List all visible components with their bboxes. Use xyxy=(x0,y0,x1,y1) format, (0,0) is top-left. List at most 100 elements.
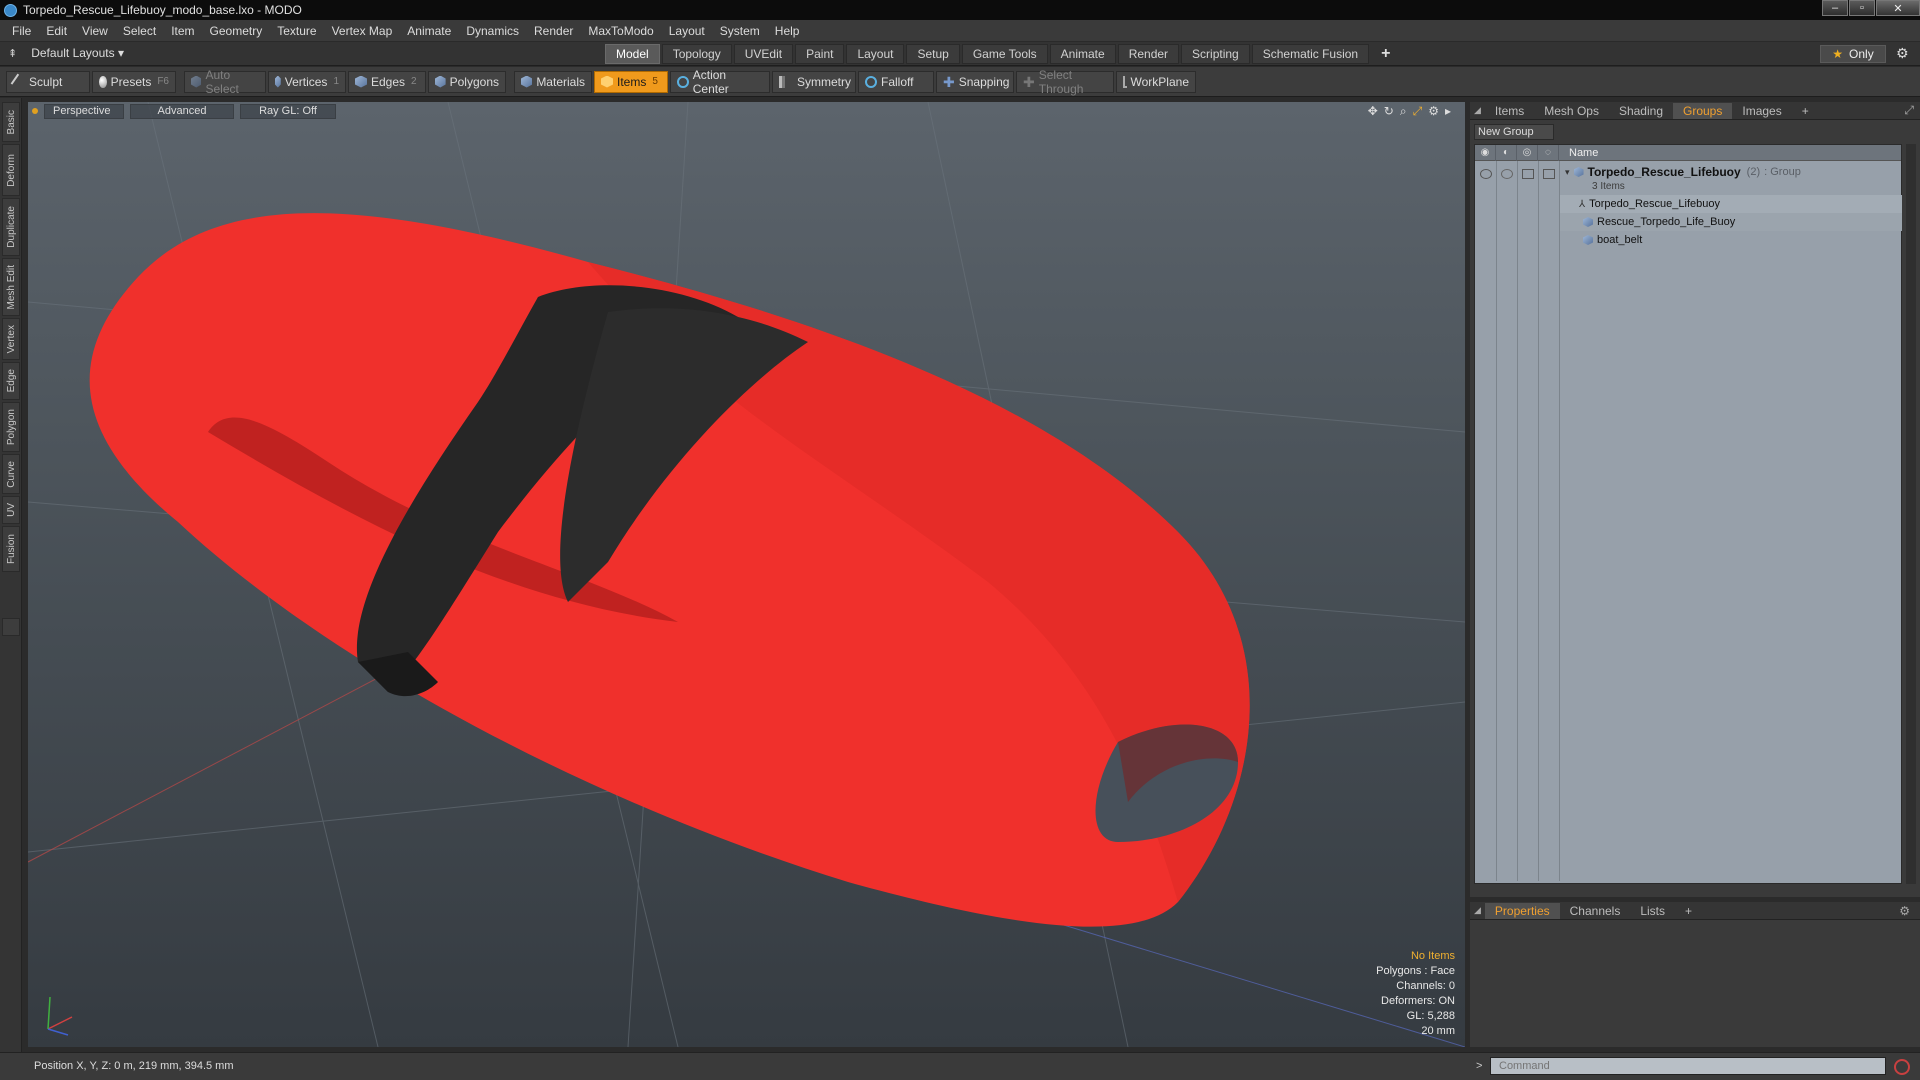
command-input[interactable] xyxy=(1490,1057,1886,1075)
vtab-edge[interactable]: Edge xyxy=(2,362,20,400)
command-stop-icon[interactable] xyxy=(1894,1059,1910,1075)
raygl-toggle[interactable]: Ray GL: Off xyxy=(240,103,336,119)
select-through-button[interactable]: ✚ Select Through xyxy=(1016,68,1114,96)
tab-layout[interactable]: Layout xyxy=(846,44,905,64)
minimize-button[interactable]: – xyxy=(1822,0,1848,16)
tree-item-belt[interactable]: boat_belt xyxy=(1579,231,1642,249)
viewport-expand-icon[interactable]: ▸ xyxy=(1445,104,1451,119)
menu-geometry[interactable]: Geometry xyxy=(210,24,263,38)
only-button[interactable]: ★ Only xyxy=(1820,45,1886,63)
tab-channels[interactable]: Channels xyxy=(1560,903,1631,919)
menu-vertex-map[interactable]: Vertex Map xyxy=(332,24,393,38)
menu-system[interactable]: System xyxy=(720,24,760,38)
tree-item-mesh[interactable]: Rescue_Torpedo_Life_Buoy xyxy=(1579,213,1735,231)
fit-icon[interactable]: ⤢ xyxy=(1413,104,1423,119)
zoom-icon[interactable]: ⌕ xyxy=(1400,104,1407,119)
tab-groups[interactable]: Groups xyxy=(1673,102,1733,119)
panel-menu-icon[interactable]: ◢ xyxy=(1474,105,1481,116)
tab-images[interactable]: Images xyxy=(1732,103,1791,119)
menu-help[interactable]: Help xyxy=(775,24,800,38)
viewport-menu-dot[interactable] xyxy=(32,108,38,114)
shading-mode-button[interactable]: Advanced xyxy=(130,103,234,119)
maximize-button[interactable]: ▫ xyxy=(1849,0,1875,16)
menu-edit[interactable]: Edit xyxy=(46,24,67,38)
tab-schematic-fusion[interactable]: Schematic Fusion xyxy=(1251,44,1370,64)
vtab-deform[interactable]: Deform xyxy=(2,144,20,196)
menu-animate[interactable]: Animate xyxy=(407,24,451,38)
tab-game-tools[interactable]: Game Tools xyxy=(961,44,1048,64)
tab-shading[interactable]: Shading xyxy=(1609,103,1673,119)
tab-paint[interactable]: Paint xyxy=(795,44,845,64)
vtab-uv[interactable]: UV xyxy=(2,496,20,524)
tab-properties[interactable]: Properties xyxy=(1484,902,1560,919)
layout-arrow-icon[interactable]: ⇞ xyxy=(8,47,17,60)
menu-dynamics[interactable]: Dynamics xyxy=(466,24,519,38)
new-group-button[interactable]: New Group xyxy=(1474,124,1554,140)
auto-select-button[interactable]: Auto Select xyxy=(184,68,266,96)
tab-uvedit[interactable]: UVEdit xyxy=(733,44,794,64)
viewport-gear-icon[interactable]: ⚙ xyxy=(1428,104,1439,119)
add-panel-tab-button[interactable]: + xyxy=(1792,103,1819,119)
visibility-col-icon[interactable]: ◉ xyxy=(1475,144,1496,161)
vtab-vertex[interactable]: Vertex xyxy=(2,318,20,360)
select-col-icon[interactable]: ◌ xyxy=(1538,144,1559,161)
tab-mesh-ops[interactable]: Mesh Ops xyxy=(1534,103,1609,119)
collapse-arrow-icon[interactable]: ▾ xyxy=(1565,167,1570,178)
group-row[interactable]: ▾ Torpedo_Rescue_Lifebuoy (2) : Group xyxy=(1565,163,1801,181)
tab-setup[interactable]: Setup xyxy=(906,44,960,64)
menu-render[interactable]: Render xyxy=(534,24,573,38)
panel-expand-icon[interactable]: ⤢ xyxy=(1904,103,1914,118)
snapping-button[interactable]: ✚ Snapping xyxy=(936,70,1014,93)
lock-col-icon[interactable]: ◎ xyxy=(1517,144,1538,161)
vtab-fusion[interactable]: Fusion xyxy=(2,526,20,572)
symmetry-button[interactable]: Symmetry xyxy=(772,70,856,93)
falloff-button[interactable]: Falloff xyxy=(858,70,934,93)
add-tab-button[interactable]: + xyxy=(1371,44,1400,64)
rotate-icon[interactable]: ↻ xyxy=(1384,104,1394,119)
menu-texture[interactable]: Texture xyxy=(277,24,316,38)
add-properties-tab-button[interactable]: + xyxy=(1675,903,1702,919)
group-select-checkbox[interactable] xyxy=(1543,169,1555,179)
panel-gear-icon[interactable]: ⚙ xyxy=(1899,904,1910,918)
tree-item-locator[interactable]: ⅄ Torpedo_Rescue_Lifebuoy xyxy=(1579,195,1720,213)
vertices-button[interactable]: Vertices 1 xyxy=(268,70,346,93)
menu-maxtomodo[interactable]: MaxToModo xyxy=(588,24,653,38)
edges-button[interactable]: Edges 2 xyxy=(348,70,426,93)
vtab-expand[interactable] xyxy=(2,618,20,636)
group-lock-checkbox[interactable] xyxy=(1522,169,1534,179)
layouts-dropdown[interactable]: Default Layouts ▾ xyxy=(31,46,124,60)
tab-render[interactable]: Render xyxy=(1117,44,1180,64)
workplane-button[interactable]: WorkPlane xyxy=(1116,70,1196,93)
tab-model[interactable]: Model xyxy=(605,44,660,64)
vtab-duplicate[interactable]: Duplicate xyxy=(2,198,20,256)
tab-lists[interactable]: Lists xyxy=(1630,903,1675,919)
close-button[interactable]: ✕ xyxy=(1876,0,1920,16)
menu-select[interactable]: Select xyxy=(123,24,156,38)
pan-icon[interactable]: ✥ xyxy=(1368,104,1378,119)
materials-button[interactable]: Materials xyxy=(514,70,592,93)
gear-icon[interactable]: ⚙ xyxy=(1896,45,1912,61)
presets-button[interactable]: Presets F6 xyxy=(92,70,176,93)
menu-layout[interactable]: Layout xyxy=(669,24,705,38)
sculpt-button[interactable]: Sculpt xyxy=(6,70,90,93)
menu-item[interactable]: Item xyxy=(171,24,194,38)
3d-viewport[interactable]: Perspective Advanced Ray GL: Off ✥ ↻ ⌕ ⤢… xyxy=(28,102,1465,1047)
tab-items[interactable]: Items xyxy=(1485,103,1534,119)
tab-topology[interactable]: Topology xyxy=(661,44,732,64)
group-render-icon[interactable] xyxy=(1501,169,1513,179)
items-button[interactable]: Items 5 xyxy=(594,70,668,93)
panel-menu-icon[interactable]: ◢ xyxy=(1474,905,1481,916)
tree-scrollbar[interactable] xyxy=(1906,144,1916,884)
render-col-icon[interactable]: ◐ xyxy=(1496,144,1517,161)
group-visibility-icon[interactable] xyxy=(1480,169,1492,179)
tab-scripting[interactable]: Scripting xyxy=(1181,44,1250,64)
vtab-curve[interactable]: Curve xyxy=(2,454,20,494)
vtab-mesh-edit[interactable]: Mesh Edit xyxy=(2,258,20,316)
action-center-button[interactable]: Action Center xyxy=(670,68,770,96)
polygons-button[interactable]: Polygons xyxy=(428,70,506,93)
vtab-polygon[interactable]: Polygon xyxy=(2,402,20,452)
tab-animate[interactable]: Animate xyxy=(1049,44,1116,64)
view-perspective-button[interactable]: Perspective xyxy=(44,103,124,119)
menu-file[interactable]: File xyxy=(12,24,31,38)
menu-view[interactable]: View xyxy=(82,24,108,38)
